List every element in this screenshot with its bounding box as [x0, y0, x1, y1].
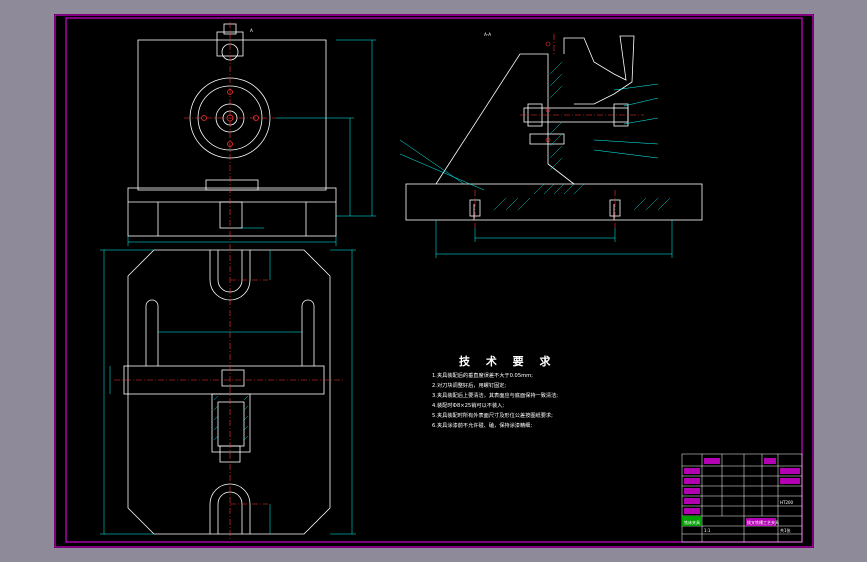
top-view-hatch: [213, 395, 249, 441]
title-block-material: HT200: [780, 500, 794, 505]
section-label: A-A: [484, 32, 491, 37]
view-marker-a: A: [250, 28, 253, 33]
section-view-leaders: [399, 83, 673, 258]
drawing-sheet: 拨叉铣槽工艺夹具 铣床夹具 HT200 1:1 共1张 A-A A 技 术 要 …: [54, 14, 814, 548]
tech-requirement-3: 3.夹具装配后上要清洁，其表面应与底面保持一致清洁;: [432, 393, 559, 399]
cad-drawing: 拨叉铣槽工艺夹具 铣床夹具 HT200 1:1 共1张 A-A A: [54, 14, 814, 548]
top-view-dimensions: [100, 249, 356, 535]
tech-requirement-6: 6.夹具涂漆前不允许碰、磕，保持涂漆精细;: [432, 423, 533, 429]
title-block-drawing-name: 拨叉铣槽工艺夹具: [747, 519, 779, 525]
title-block-sheet: 共1张: [780, 527, 791, 533]
title-block-stamp: 铣床夹具: [684, 519, 700, 525]
title-block-scale: 1:1: [704, 528, 711, 533]
tech-requirement-4: 4.装配时Ф8×25销可以不装入;: [432, 403, 505, 409]
inner-frame: [65, 17, 803, 543]
outer-frame: [54, 14, 814, 548]
tech-requirements-title: 技 术 要 求: [459, 355, 557, 368]
tech-requirement-1: 1.夹具装配后的垂直度误差不大于0.05mm;: [432, 373, 533, 379]
front-view-centerlines: [184, 22, 276, 242]
top-view: [123, 249, 331, 535]
tech-requirement-2: 2.对刀块调整好后，用螺钉固定;: [432, 383, 507, 389]
front-view-dimensions: [127, 39, 376, 246]
section-view-centerlines: [474, 34, 644, 228]
top-view-centerlines: [114, 244, 344, 540]
section-view-hatch: [493, 61, 671, 211]
tech-requirement-5: 5.夹具装配时所有外表面尺寸及形位公差按图纸要求;: [432, 413, 553, 419]
section-view: [405, 35, 703, 221]
front-view: [127, 23, 337, 237]
